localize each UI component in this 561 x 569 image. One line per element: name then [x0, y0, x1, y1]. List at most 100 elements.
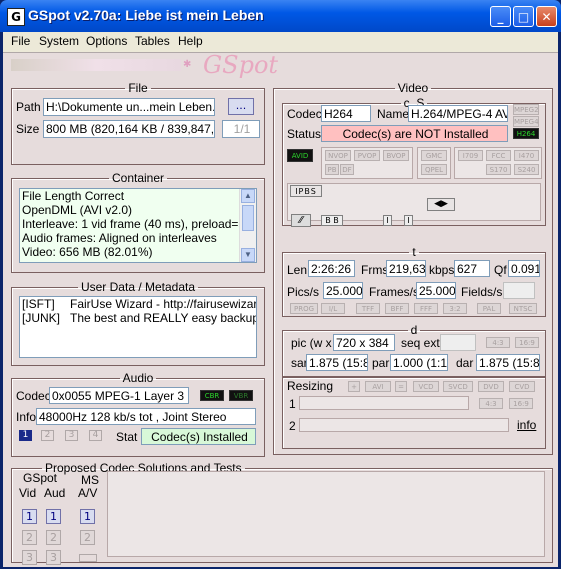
list-item: Audio frames: Aligned on interleaves	[22, 231, 217, 245]
frame-type-s: S	[310, 187, 317, 196]
scroll-down-icon[interactable]: ▼	[241, 248, 255, 262]
stream-2-button[interactable]: 2	[41, 430, 54, 441]
pulldown-indicator: 3:2	[443, 303, 467, 314]
resize-row2-label: 2	[289, 419, 296, 433]
i-frame-marker-1: I	[383, 215, 392, 226]
stream-4-button[interactable]: 4	[89, 430, 102, 441]
close-icon: ✕	[541, 10, 552, 24]
menu-file[interactable]: File	[11, 34, 30, 48]
minimize-icon: _	[497, 10, 504, 24]
resize-ar-16-9-indicator: 16:9	[509, 398, 533, 409]
audio-codec-label: Codec	[16, 389, 51, 403]
vbr-indicator: VBR	[229, 390, 253, 401]
pvop-indicator: PVOP	[354, 150, 380, 161]
menu-options[interactable]: Options	[86, 34, 127, 48]
container-list[interactable]: File Length Correct OpenDML (AVI v2.0) I…	[19, 188, 257, 263]
minimize-button[interactable]: _	[490, 6, 511, 27]
size-label: Size	[16, 122, 40, 136]
video-codec-field[interactable]: H264	[321, 105, 371, 122]
dar-label: dar	[456, 356, 474, 370]
frame-types-box: IPBS	[290, 185, 322, 197]
gspot-window: G GSpot v2.70a: Liebe ist mein Leben _ □…	[0, 0, 561, 569]
container-scrollbar[interactable]: ▲ ▼	[239, 189, 256, 262]
prog-indicator: PROG	[290, 303, 318, 314]
title-bar[interactable]: G GSpot v2.70a: Liebe ist mein Leben _ □…	[0, 0, 561, 32]
video-status-label: Status	[287, 127, 322, 141]
menu-bar: File System Options Tables Help	[3, 32, 558, 50]
ms-av-2-button[interactable]: 2	[80, 530, 95, 545]
kbps-field[interactable]: 627	[454, 260, 490, 277]
seqext-field[interactable]	[440, 334, 476, 351]
gop-chart-icon[interactable]: ⁄⁄	[291, 214, 311, 227]
sar-field[interactable]: 1.875 (15:8)	[306, 354, 368, 371]
maximize-button[interactable]: □	[513, 6, 534, 27]
dar-field[interactable]: 1.875 (15:8)	[476, 354, 540, 371]
menu-tables[interactable]: Tables	[135, 34, 170, 48]
path-field[interactable]: H:\Dokumente un...mein Leben.avi	[43, 98, 215, 116]
audio-legend: Audio	[122, 371, 154, 385]
t-legend: t	[412, 245, 416, 259]
pics-field[interactable]: 25.000	[323, 282, 363, 299]
cbr-indicator: CBR	[200, 390, 224, 401]
d-legend: d	[410, 323, 418, 337]
len-field[interactable]: 2:26:26	[308, 260, 355, 277]
info-link[interactable]: info	[517, 418, 536, 432]
resize-eq-indicator: =	[395, 381, 407, 392]
browse-button[interactable]: ...	[228, 98, 254, 115]
metadata-tag: [JUNK]	[22, 311, 61, 325]
menu-help[interactable]: Help	[178, 34, 203, 48]
s170-indicator: S170	[486, 164, 511, 175]
stream-1-button[interactable]: 1	[19, 430, 32, 441]
gspot-vid-3-button[interactable]: 3	[22, 550, 37, 565]
audio-stat-label: Stat	[116, 430, 138, 444]
scroll-thumb[interactable]	[242, 205, 254, 231]
ms-av-1-button[interactable]: 1	[80, 509, 95, 524]
audio-info-field[interactable]: 48000Hz 128 kb/s tot , Joint Stereo	[36, 408, 256, 425]
metadata-tag: [ISFT]	[22, 297, 55, 311]
resize-row1-label: 1	[289, 397, 296, 411]
fields-field[interactable]	[503, 282, 535, 299]
pics-label: Pics/s	[287, 285, 320, 299]
frms-field[interactable]: 219,63	[386, 260, 426, 277]
av-label: A/V	[78, 486, 98, 500]
metadata-value: The best and REALLY easy backup too	[70, 311, 257, 325]
window-title: GSpot v2.70a: Liebe ist mein Leben	[28, 7, 264, 23]
list-item: [JUNK] The best and REALLY easy backup to…	[20, 311, 256, 325]
list-item: Video: 656 MB (82.01%)	[22, 245, 153, 259]
gspot-aud-2-button[interactable]: 2	[46, 530, 61, 545]
list-item: Interleave: 1 vid frame (40 ms), preload…	[22, 217, 257, 231]
userdata-list[interactable]: [ISFT] FairUse Wizard - http://fairusewiz…	[19, 296, 257, 358]
gspot-vid-1-button[interactable]: 1	[22, 509, 37, 524]
vid-label: Vid	[19, 486, 37, 500]
tff-indicator: TFF	[356, 303, 380, 314]
size-field[interactable]: 800 MB (820,164 KB / 839,847,936	[43, 120, 215, 138]
pal-indicator: PAL	[477, 303, 501, 314]
scroll-up-icon[interactable]: ▲	[241, 189, 255, 203]
resize-row1-bar	[299, 396, 469, 410]
fcc-indicator: FCC	[486, 150, 511, 161]
pb-indicator: PB	[325, 164, 339, 175]
gspot-aud-1-button[interactable]: 1	[46, 509, 61, 524]
h264-indicator: H264	[513, 128, 539, 139]
frame-nav-icon[interactable]: ◀▶	[427, 198, 455, 211]
gspot-vid-2-button[interactable]: 2	[22, 530, 37, 545]
frames-field[interactable]: 25.000	[416, 282, 456, 299]
mpeg4-indicator: MPEG4	[513, 116, 539, 127]
resizing-label: Resizing	[287, 379, 334, 393]
i-frame-marker-2: I	[404, 215, 413, 226]
pic-field[interactable]: 720 x 384	[333, 334, 395, 351]
audio-codec-field[interactable]: 0x0055 MPEG-1 Layer 3	[49, 387, 189, 404]
gspot-aud-3-button[interactable]: 3	[46, 550, 61, 565]
close-button[interactable]: ✕	[536, 6, 557, 27]
bvop-indicator: BVOP	[383, 150, 409, 161]
menu-system[interactable]: System	[39, 34, 79, 48]
app-icon[interactable]: G	[7, 8, 25, 26]
stream-3-button[interactable]: 3	[65, 430, 78, 441]
fields-label: Fields/s	[461, 285, 503, 299]
qf-field[interactable]: 0.091	[508, 260, 540, 277]
par-field[interactable]: 1.000 (1:1)	[390, 354, 448, 371]
solutions-panel	[107, 471, 545, 557]
path-label: Path	[16, 100, 41, 114]
ms-label: MS	[81, 473, 99, 487]
video-name-field[interactable]: H.264/MPEG-4 AVC	[408, 105, 508, 122]
